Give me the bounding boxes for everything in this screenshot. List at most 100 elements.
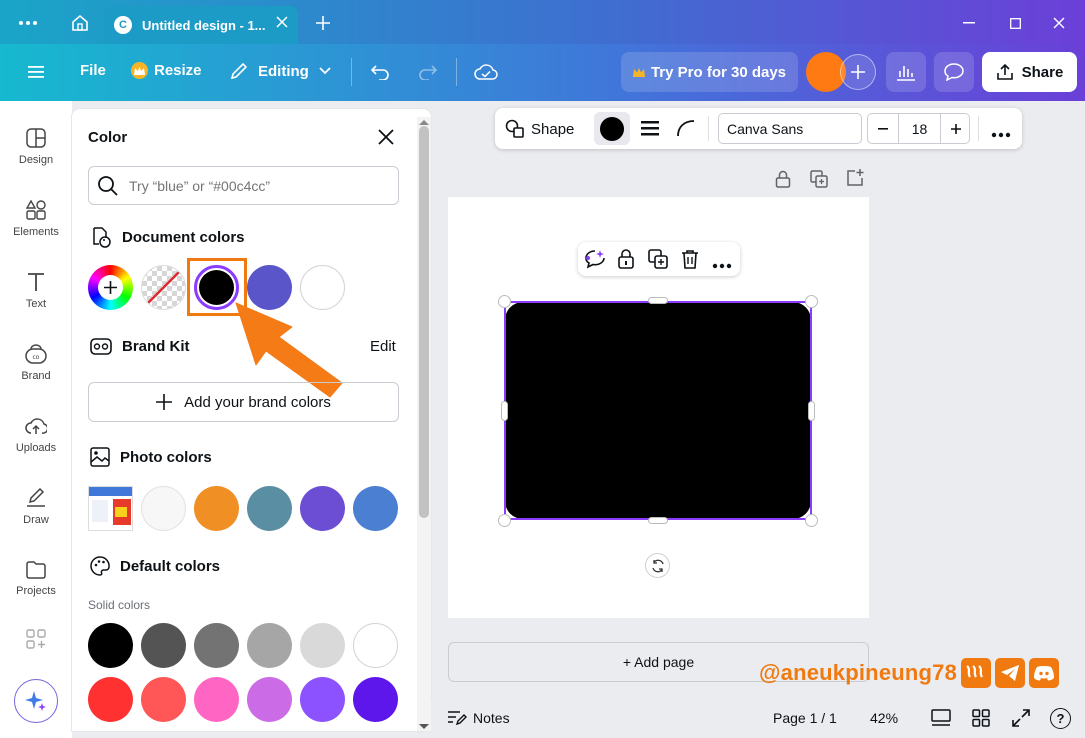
solid-color-swatch[interactable] [88,677,133,722]
resize-handle[interactable] [805,295,818,308]
more-menu-icon[interactable] [14,12,42,34]
design-tab[interactable]: C Untitled design - 1... [104,6,298,44]
rail-item-brand[interactable]: co Brand [0,333,72,393]
apps-icon[interactable] [26,629,46,654]
shape-button[interactable]: Shape [505,119,574,139]
duplicate-page-icon[interactable] [810,170,828,193]
photo-thumbnail[interactable] [88,486,133,531]
notes-label: Notes [473,710,510,726]
rail-item-uploads[interactable]: Uploads [0,405,72,465]
resize-handle[interactable] [808,401,815,421]
minus-icon [878,127,888,130]
close-tab-icon[interactable] [276,16,288,31]
share-button[interactable]: Share [982,52,1077,92]
grid-view-icon[interactable] [972,709,990,732]
brand-kit-label: Brand Kit [122,337,190,355]
border-style-icon[interactable] [640,119,660,142]
page-view-icon[interactable] [931,709,951,732]
scroll-down-arrow-icon[interactable] [419,717,429,735]
more-element-options-icon[interactable] [712,256,732,274]
fill-color-button[interactable] [594,112,630,145]
svg-text:co: co [33,354,40,361]
solid-color-swatch[interactable] [141,677,186,722]
add-brand-colors-button[interactable]: Add your brand colors [88,382,399,422]
insights-button[interactable] [886,52,926,92]
rail-item-elements[interactable]: Elements [0,189,72,249]
duplicate-element-icon[interactable] [648,249,668,274]
photo-color-swatch[interactable] [194,486,239,531]
add-custom-color-button[interactable] [88,265,133,310]
solid-color-swatch[interactable] [247,623,292,668]
magic-comment-icon[interactable] [584,249,606,274]
fullscreen-icon[interactable] [1012,709,1030,732]
shape-context-toolbar: Shape Canva Sans 18 [495,108,1022,149]
font-size-input[interactable]: 18 [898,114,941,143]
decrease-font-size-button[interactable] [868,114,898,143]
rotate-handle[interactable] [645,553,670,578]
add-collaborator-button[interactable] [840,54,876,90]
color-search-field[interactable] [88,166,399,205]
file-menu[interactable]: File [80,62,106,79]
try-pro-button[interactable]: Try Pro for 30 days [621,52,798,92]
cloud-saved-icon[interactable] [472,60,500,84]
resize-handle[interactable] [648,517,668,524]
undo-icon[interactable] [368,60,392,84]
increase-font-size-button[interactable] [941,114,971,143]
rail-item-projects[interactable]: Projects [0,549,72,609]
brand-kit-edit-link[interactable]: Edit [370,338,396,355]
corner-rounding-icon[interactable] [676,119,696,142]
hamburger-menu-icon[interactable] [24,61,48,83]
new-tab-icon[interactable] [312,12,334,34]
panel-scrollbar-thumb[interactable] [419,126,429,518]
solid-color-swatch[interactable] [194,623,239,668]
rounded-rectangle-shape[interactable] [505,302,811,519]
zoom-level[interactable]: 42% [870,710,898,726]
resize-button[interactable]: Resize [131,62,202,79]
resize-handle[interactable] [498,295,511,308]
solid-color-swatch[interactable] [88,623,133,668]
resize-handle[interactable] [498,514,511,527]
photo-color-swatch[interactable] [141,486,186,531]
comment-button[interactable] [934,52,974,92]
notes-button[interactable]: Notes [447,710,510,726]
add-page-icon[interactable] [846,169,864,192]
editor-toolbar: File Resize Editing Try Pro for 30 days [0,44,1085,101]
solid-color-swatch[interactable] [300,623,345,668]
minimize-icon[interactable] [958,12,980,34]
font-family-dropdown[interactable]: Canva Sans [718,113,862,144]
photo-colors-label: Photo colors [120,448,212,466]
rail-item-draw[interactable]: Draw [0,477,72,537]
transparent-swatch[interactable] [141,265,186,310]
editing-mode-dropdown[interactable]: Editing [230,62,331,80]
rail-item-design[interactable]: Design [0,117,72,177]
lock-element-icon[interactable] [617,249,635,274]
solid-color-swatch[interactable] [353,677,398,722]
resize-handle[interactable] [501,401,508,421]
resize-handle[interactable] [805,514,818,527]
help-icon[interactable]: ? [1050,708,1071,729]
close-panel-icon[interactable] [378,129,394,150]
magic-assistant-button[interactable] [14,679,58,723]
solid-color-swatch[interactable] [353,623,398,668]
close-window-icon[interactable] [1048,12,1070,34]
home-icon[interactable] [68,12,92,34]
maximize-icon[interactable] [1004,12,1026,34]
lock-page-icon[interactable] [775,170,791,193]
scroll-up-arrow-icon[interactable] [419,112,429,130]
redo-icon[interactable] [416,60,440,84]
document-palette-icon [93,227,111,248]
solid-color-swatch[interactable] [194,677,239,722]
resize-handle[interactable] [648,297,668,304]
color-search-input[interactable] [129,177,389,194]
photo-color-swatch[interactable] [300,486,345,531]
photo-color-swatch[interactable] [247,486,292,531]
page-indicator[interactable]: Page 1 / 1 [773,710,837,726]
solid-color-swatch[interactable] [247,677,292,722]
delete-element-icon[interactable] [681,249,699,274]
more-options-icon[interactable] [991,125,1011,143]
search-icon [98,175,118,196]
solid-color-swatch[interactable] [300,677,345,722]
rail-item-text[interactable]: Text [0,261,72,321]
photo-color-swatch[interactable] [353,486,398,531]
solid-color-swatch[interactable] [141,623,186,668]
